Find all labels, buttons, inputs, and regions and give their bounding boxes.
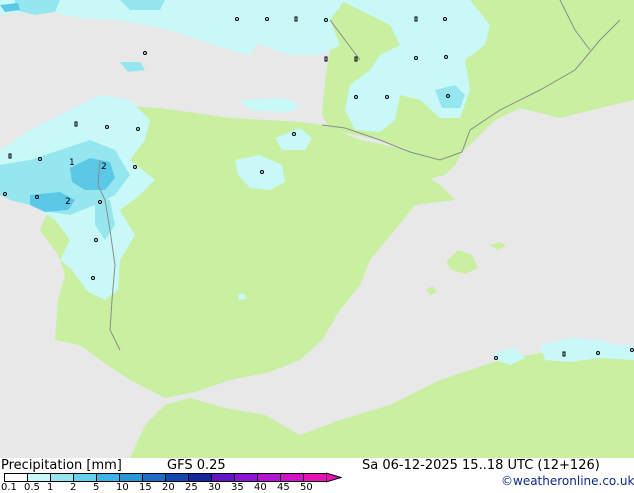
legend-swatch (234, 473, 258, 482)
map-title: Precipitation [mm] (1, 458, 122, 473)
legend-tick-label: 10 (116, 482, 129, 493)
legend-swatch (27, 473, 51, 482)
legend-swatch (257, 473, 281, 482)
legend-tick-label: 0.5 (24, 482, 40, 493)
legend-tick-label: 2 (70, 482, 77, 493)
legend-tick-label: 50 (300, 482, 313, 493)
legend-swatch (142, 473, 166, 482)
precipitation-map: 1 2 2 (0, 0, 634, 458)
legend-swatch (280, 473, 304, 482)
contour-label: 1 (69, 158, 75, 168)
legend-swatch (188, 473, 212, 482)
legend-swatch (73, 473, 97, 482)
contour-label: 2 (101, 162, 107, 172)
legend-swatch (4, 473, 28, 482)
legend-tick-label: 1 (47, 482, 54, 493)
legend-tick-label: 40 (254, 482, 267, 493)
legend-swatch (50, 473, 74, 482)
valid-datetime: Sa 06-12-2025 15..18 UTC (12+126) (362, 458, 600, 473)
legend-swatch (165, 473, 189, 482)
legend-swatch (303, 473, 327, 482)
contour-label: 2 (65, 197, 71, 207)
legend-tick-label: 35 (231, 482, 244, 493)
legend-swatch (211, 473, 235, 482)
legend-tick-label: 0.1 (1, 482, 17, 493)
credit-link[interactable]: ©weatheronline.co.uk (501, 474, 634, 488)
model-name: GFS 0.25 (167, 458, 226, 473)
legend-tick-label: 30 (208, 482, 221, 493)
legend-tick-label: 45 (277, 482, 290, 493)
legend-swatch (119, 473, 143, 482)
legend-arrow-icon (326, 472, 342, 483)
legend-tick-label: 25 (185, 482, 198, 493)
legend-tick-label: 15 (139, 482, 152, 493)
legend-tick-label: 20 (162, 482, 175, 493)
legend-swatch (96, 473, 120, 482)
legend-tick-label: 5 (93, 482, 100, 493)
